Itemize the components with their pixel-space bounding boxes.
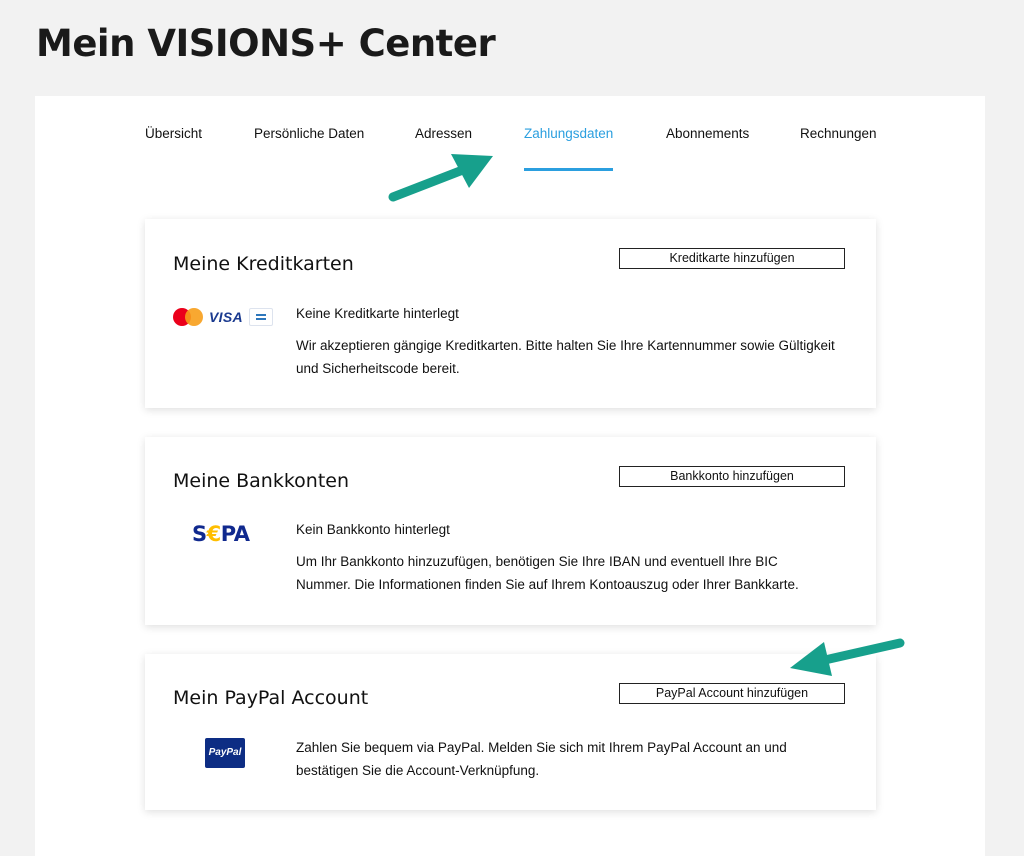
tab-persoenliche-daten[interactable]: Persönliche Daten [254, 126, 364, 141]
paypal-logo-icon: PayPal [205, 738, 245, 768]
sepa-logo-icon: S€PA [192, 522, 250, 546]
credit-card-description: Wir akzeptieren gängige Kreditkarten. Bi… [296, 338, 835, 376]
mastercard-icon [173, 308, 203, 326]
paypal-description: Zahlen Sie bequem via PayPal. Melden Sie… [296, 740, 787, 778]
credit-card-title: Meine Kreditkarten [173, 253, 354, 275]
add-paypal-account-button[interactable]: PayPal Account hinzufügen [619, 683, 845, 704]
add-bank-account-button[interactable]: Bankkonto hinzufügen [619, 466, 845, 487]
tab-rechnungen[interactable]: Rechnungen [800, 126, 877, 141]
credit-card-section: Meine Kreditkarten Kreditkarte hinzufüge… [145, 219, 876, 408]
page-title: Mein VISIONS+ Center [36, 22, 496, 65]
annotation-arrow-tab [388, 154, 493, 202]
sepa-logo-s: S [192, 522, 207, 546]
annotation-arrow-paypal [790, 638, 905, 676]
amex-icon [249, 308, 273, 326]
credit-card-status: Keine Kreditkarte hinterlegt [296, 306, 459, 321]
tab-zahlungsdaten[interactable]: Zahlungsdaten [524, 126, 613, 141]
tab-uebersicht[interactable]: Übersicht [145, 126, 202, 141]
active-tab-indicator [524, 168, 613, 171]
visa-icon: VISA [209, 309, 243, 325]
tab-abonnements[interactable]: Abonnements [666, 126, 749, 141]
sepa-logo-pa: PA [220, 522, 250, 546]
add-credit-card-button[interactable]: Kreditkarte hinzufügen [619, 248, 845, 269]
paypal-section: Mein PayPal Account PayPal Account hinzu… [145, 654, 876, 810]
bank-account-section: Meine Bankkonten Bankkonto hinzufügen S€… [145, 437, 876, 625]
bank-account-title: Meine Bankkonten [173, 470, 350, 492]
bank-account-status: Kein Bankkonto hinterlegt [296, 522, 450, 537]
tab-adressen[interactable]: Adressen [415, 126, 472, 141]
paypal-title: Mein PayPal Account [173, 687, 369, 709]
bank-account-description: Um Ihr Bankkonto hinzuzufügen, benötigen… [296, 554, 799, 592]
sepa-logo-euro: € [206, 522, 222, 546]
